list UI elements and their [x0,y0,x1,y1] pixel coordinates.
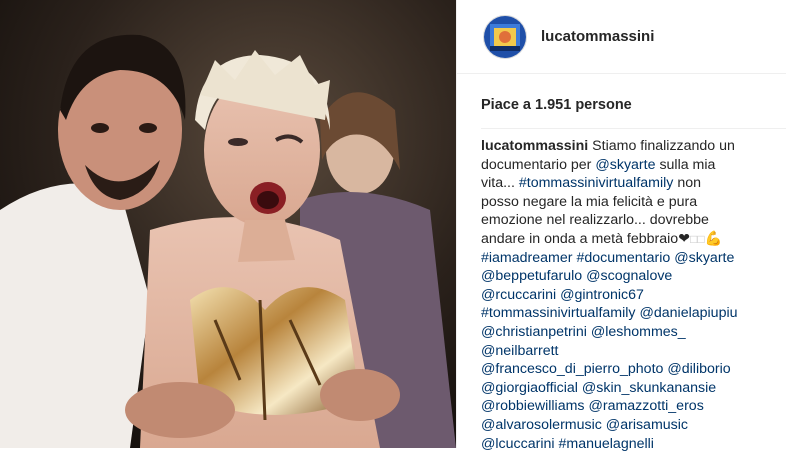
caption-text: vita... [481,175,519,191]
header-username[interactable]: lucatommassini [541,28,654,45]
caption-line: lucatommassini Stiamo finalizzando un [481,137,781,156]
mention-link[interactable]: @ramazzotti_eros [588,398,703,414]
missing-glyph-icon: □□ [690,232,705,246]
hashtag-link[interactable]: #tommassinivirtualfamily [481,305,636,321]
mention-link[interactable]: @beppetufarulo [481,268,582,284]
mention-link[interactable]: @lcuccarini [481,436,555,452]
caption-username[interactable]: lucatommassini [481,138,588,154]
caption-line: #tommassinivirtualfamily @danielapiupiu [481,304,781,323]
caption-line: @christianpetrini @leshommes_ [481,323,781,342]
mention-link[interactable]: @skyarte [674,250,734,266]
caption-text: emozione nel realizzarlo... dovrebbe [481,212,709,228]
caption-line: @alvarosolermusic @arisamusic [481,416,781,435]
hashtag-link[interactable]: #documentario [576,250,670,266]
mention-link[interactable]: @francesco_di_pierro_photo [481,361,663,377]
caption-line: documentario per @skyarte sulla mia [481,156,781,175]
likes-count[interactable]: Piace a 1.951 persone [481,97,632,113]
caption-text: andare in onda a metà febbraio [481,231,678,247]
caption-line: @francesco_di_pierro_photo @diliborio [481,360,781,379]
mention-link[interactable]: @skyarte [595,157,655,173]
caption-text: non [673,175,701,191]
caption-line: #iamadreamer #documentario @skyarte [481,249,781,268]
mention-link[interactable]: @diliborio [667,361,730,377]
divider [481,128,786,129]
post-header: lucatommassini [457,0,786,74]
hashtag-link[interactable]: #iamadreamer [481,250,572,266]
caption-line: andare in onda a metà febbraio❤□□💪 [481,230,781,249]
post-sidebar: lucatommassini Piace a 1.951 persone luc… [456,0,786,448]
post-photo-illustration [0,0,456,448]
mention-link[interactable]: @neilbarrett [481,343,559,359]
flexed-biceps-emoji-icon: 💪 [705,231,723,247]
avatar[interactable] [483,15,527,59]
caption-line: @giorgiaofficial @skin_skunkanansie [481,379,781,398]
caption-line: posso negare la mia felicità e pura [481,193,781,212]
post-photo[interactable] [0,0,456,448]
caption-line: emozione nel realizzarlo... dovrebbe [481,211,781,230]
caption-line: vita... #tommassinivirtualfamily non [481,174,781,193]
caption-line: @robbiewilliams @ramazzotti_eros [481,397,781,416]
mention-link[interactable]: @christianpetrini [481,324,587,340]
mention-link[interactable]: @gintronic67 [560,287,644,303]
avatar-image [484,16,526,58]
mention-link[interactable]: @arisamusic [606,417,688,433]
caption-text: posso negare la mia felicità e pura [481,194,697,210]
mention-link[interactable]: @skin_skunkanansie [582,380,716,396]
caption-text: sulla mia [656,157,716,173]
hashtag-link[interactable]: #manuelagnelli [559,436,654,452]
mention-link[interactable]: @alvarosolermusic [481,417,602,433]
caption-text: documentario per [481,157,595,173]
mention-link[interactable]: @giorgiaofficial [481,380,578,396]
mention-link[interactable]: @robbiewilliams [481,398,585,414]
caption-text: Stiamo finalizzando un [588,138,735,154]
heart-emoji-icon: ❤ [678,231,690,247]
mention-link[interactable]: @danielapiupiu [639,305,737,321]
mention-link[interactable]: @rcuccarini [481,287,556,303]
caption-line: @lcuccarini #manuelagnelli [481,435,781,453]
caption-line: @beppetufarulo @scognalove [481,267,781,286]
hashtag-link[interactable]: #tommassinivirtualfamily [519,175,674,191]
post-caption: lucatommassini Stiamo finalizzando un do… [481,137,781,453]
mention-link[interactable]: @leshommes_ [591,324,686,340]
caption-line: @neilbarrett [481,342,781,361]
mention-link[interactable]: @scognalove [586,268,672,284]
caption-line: @rcuccarini @gintronic67 [481,286,781,305]
